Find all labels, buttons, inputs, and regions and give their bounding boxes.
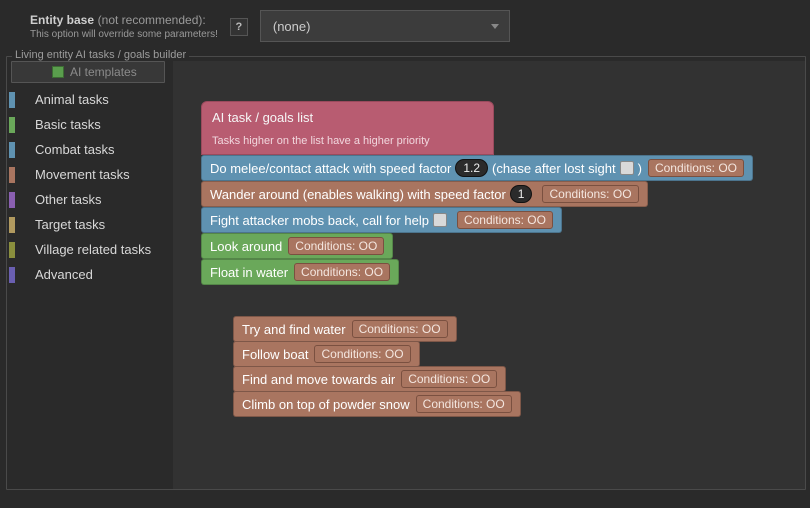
- category-swatch: [9, 142, 15, 158]
- category-item[interactable]: Target tasks: [7, 212, 169, 237]
- checkbox[interactable]: [620, 161, 634, 175]
- task-text: ): [638, 161, 642, 176]
- task-block[interactable]: Try and find water Conditions: OO: [233, 316, 457, 342]
- task-block[interactable]: Look around Conditions: OO: [201, 233, 393, 259]
- task-text: Climb on top of powder snow: [242, 397, 410, 412]
- category-label: Other tasks: [35, 192, 101, 207]
- chevron-down-icon: [491, 24, 499, 29]
- category-swatch: [9, 267, 15, 283]
- speed-factor-input[interactable]: 1: [510, 185, 533, 203]
- category-label: Movement tasks: [35, 167, 130, 182]
- task-block[interactable]: Fight attacker mobs back, call for help C…: [201, 207, 562, 233]
- category-swatch: [9, 117, 15, 133]
- entity-base-note: (not recommended):: [98, 13, 206, 27]
- conditions-button[interactable]: Conditions: OO: [542, 185, 638, 203]
- task-block[interactable]: Float in water Conditions: OO: [201, 259, 399, 285]
- task-block[interactable]: Climb on top of powder snow Conditions: O…: [233, 391, 521, 417]
- task-text: Try and find water: [242, 322, 346, 337]
- checkbox[interactable]: [433, 213, 447, 227]
- category-item[interactable]: Animal tasks: [7, 87, 169, 112]
- task-text: Fight attacker mobs back, call for help: [210, 213, 429, 228]
- conditions-button[interactable]: Conditions: OO: [294, 263, 390, 281]
- category-item[interactable]: Combat tasks: [7, 137, 169, 162]
- conditions-button[interactable]: Conditions: OO: [352, 320, 448, 338]
- task-text: Find and move towards air: [242, 372, 395, 387]
- builder-legend: Living entity AI tasks / goals builder: [12, 49, 189, 61]
- task-block[interactable]: Follow boat Conditions: OO: [233, 341, 420, 367]
- ai-templates-label: AI templates: [70, 65, 137, 79]
- category-label: Animal tasks: [35, 92, 109, 107]
- category-swatch: [9, 242, 15, 258]
- category-item[interactable]: Other tasks: [7, 187, 169, 212]
- task-text: Wander around (enables walking) with spe…: [210, 187, 506, 202]
- task-text: (chase after lost sight: [492, 161, 616, 176]
- entity-base-section: Entity base (not recommended): This opti…: [0, 0, 810, 56]
- conditions-button[interactable]: Conditions: OO: [457, 211, 553, 229]
- goals-header-title: AI task / goals list: [212, 110, 483, 125]
- goals-header-block[interactable]: AI task / goals list Tasks higher on the…: [201, 101, 494, 155]
- task-text: Do melee/contact attack with speed facto…: [210, 161, 451, 176]
- category-label: Advanced: [35, 267, 93, 282]
- category-swatch: [9, 167, 15, 183]
- ai-templates-button[interactable]: AI templates: [11, 61, 165, 83]
- category-label: Combat tasks: [35, 142, 114, 157]
- category-item[interactable]: Village related tasks: [7, 237, 169, 262]
- conditions-button[interactable]: Conditions: OO: [416, 395, 512, 413]
- task-text: Follow boat: [242, 347, 308, 362]
- speed-factor-input[interactable]: 1.2: [455, 159, 488, 177]
- conditions-button[interactable]: Conditions: OO: [288, 237, 384, 255]
- blocks-canvas[interactable]: AI task / goals list Tasks higher on the…: [173, 61, 805, 489]
- entity-base-select[interactable]: (none): [260, 10, 510, 42]
- task-block[interactable]: Wander around (enables walking) with spe…: [201, 181, 648, 207]
- task-block[interactable]: Do melee/contact attack with speed facto…: [201, 155, 753, 181]
- conditions-button[interactable]: Conditions: OO: [648, 159, 744, 177]
- templates-icon: [52, 66, 64, 78]
- entity-base-title: Entity base: [30, 13, 94, 27]
- task-block[interactable]: Find and move towards air Conditions: OO: [233, 366, 506, 392]
- conditions-button[interactable]: Conditions: OO: [314, 345, 410, 363]
- category-swatch: [9, 192, 15, 208]
- category-label: Basic tasks: [35, 117, 101, 132]
- category-swatch: [9, 92, 15, 108]
- task-text: Look around: [210, 239, 282, 254]
- help-button[interactable]: ?: [230, 18, 248, 36]
- category-item[interactable]: Advanced: [7, 262, 169, 287]
- task-text: Float in water: [210, 265, 288, 280]
- conditions-button[interactable]: Conditions: OO: [401, 370, 497, 388]
- entity-base-sub: This option will override some parameter…: [30, 29, 218, 40]
- category-sidebar: AI templates Animal tasks Basic tasks Comb…: [7, 61, 169, 489]
- category-label: Target tasks: [35, 217, 105, 232]
- entity-base-select-value: (none): [273, 19, 311, 34]
- goals-header-sub: Tasks higher on the list have a higher p…: [212, 135, 483, 147]
- category-swatch: [9, 217, 15, 233]
- category-item[interactable]: Movement tasks: [7, 162, 169, 187]
- category-label: Village related tasks: [35, 242, 151, 257]
- category-item[interactable]: Basic tasks: [7, 112, 169, 137]
